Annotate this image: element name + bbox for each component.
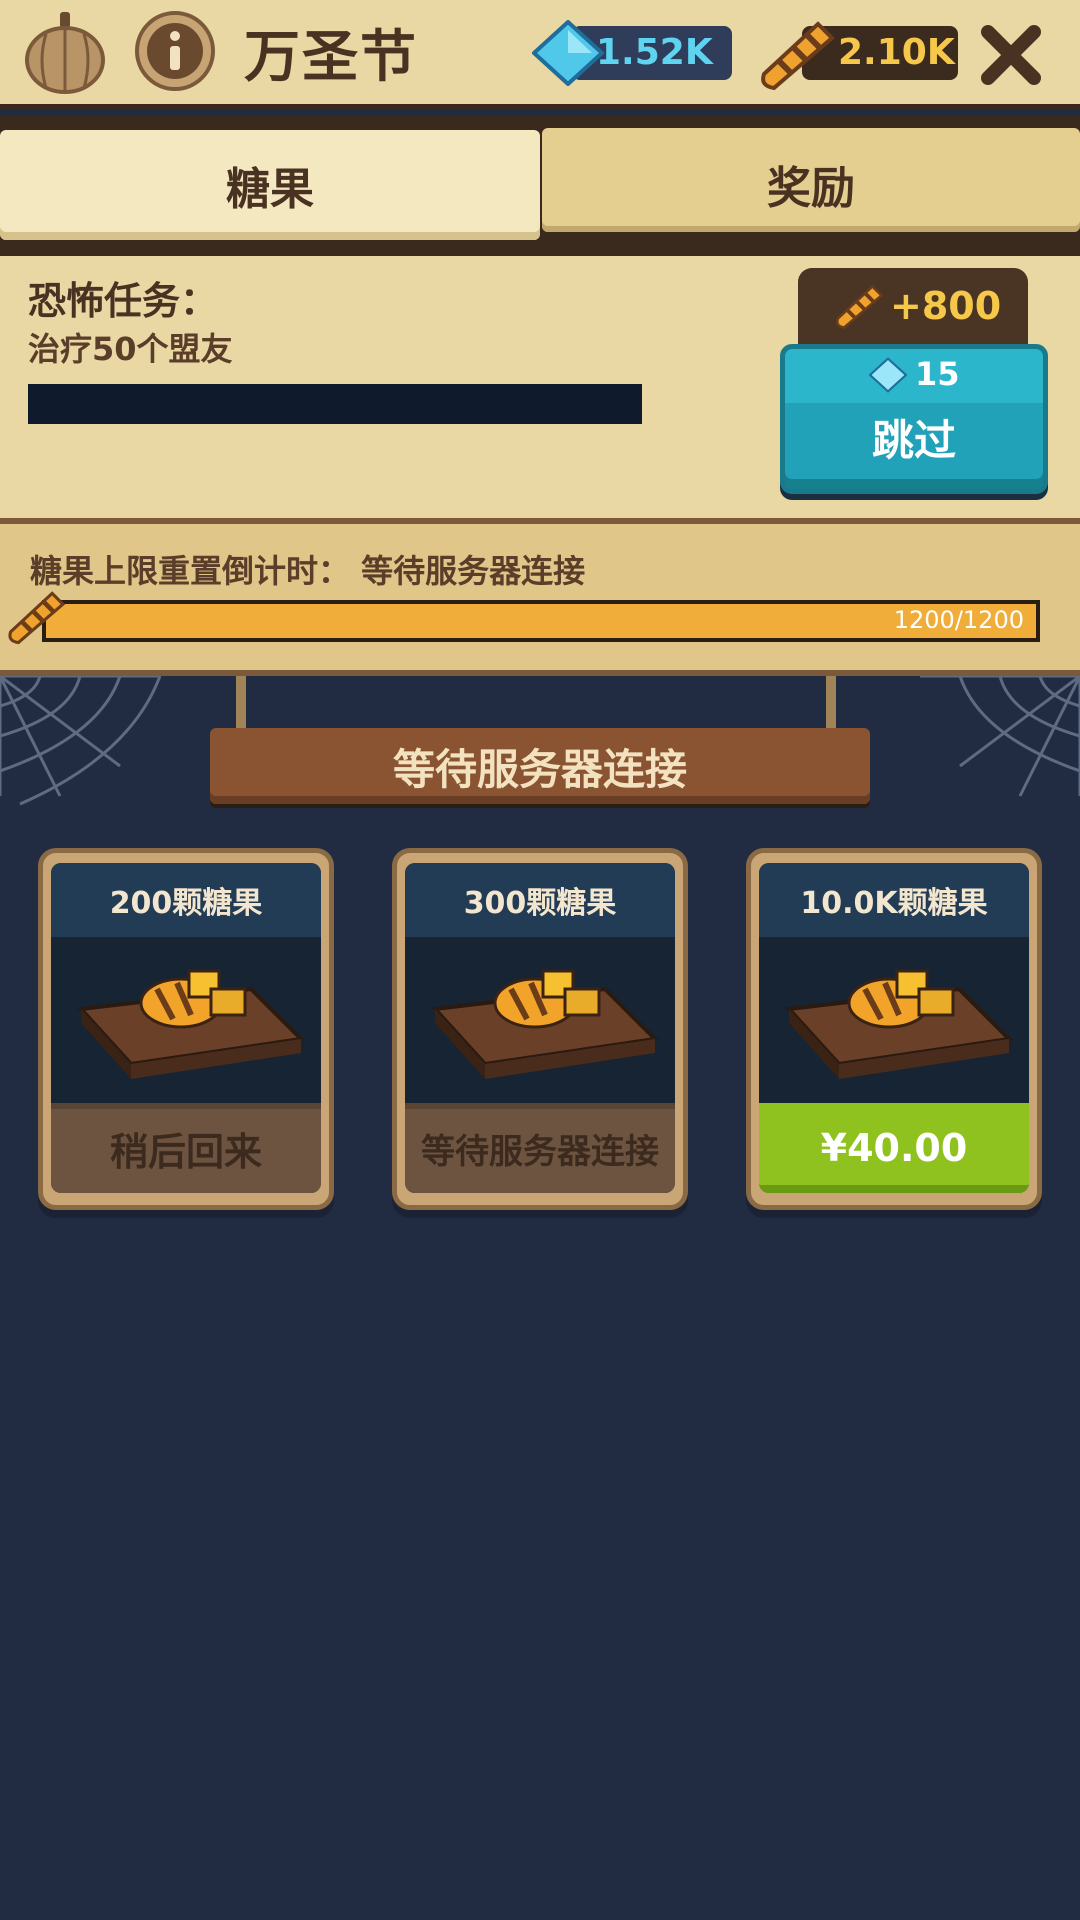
candy-corn-icon (836, 284, 884, 329)
offer-card-inner: 10.0K颗糖果 ¥40.00 (759, 863, 1029, 1193)
candy-limit-bar: 1200/1200 (42, 600, 1040, 642)
waiting-server-button[interactable]: 等待服务器连接 (405, 1103, 675, 1193)
status-sign: 等待服务器连接 (210, 728, 870, 804)
gem-icon (869, 357, 907, 393)
skip-button[interactable]: 15 跳过 (780, 344, 1048, 494)
candy-pile-icon (76, 969, 306, 1079)
candy-pile-icon (430, 969, 660, 1079)
quest-title: 恐怖任务： (28, 279, 219, 323)
offer-card-1[interactable]: 200颗糖果 稍后回来 (38, 848, 334, 1210)
candy-pile-icon (784, 969, 1014, 1079)
pumpkin-icon[interactable] (20, 8, 110, 98)
offer-card-inner: 200颗糖果 稍后回来 (51, 863, 321, 1193)
quest-reward-amount: +800 (890, 284, 1002, 328)
candy-limit-fill (46, 604, 1036, 638)
tab-candy[interactable]: 糖果 (0, 130, 540, 240)
gem-amount: 1.52K (596, 32, 713, 73)
candy-amount: 2.10K (838, 32, 955, 73)
offer-title: 10.0K颗糖果 (759, 863, 1029, 937)
candy-corn-icon (8, 591, 66, 645)
quest-reward: +800 (798, 268, 1028, 348)
quest-progress-bar (28, 384, 642, 424)
gem-counter[interactable]: 1.52K (532, 20, 732, 86)
tab-bar: 糖果 奖励 (0, 116, 1080, 256)
cobweb-left-icon (0, 676, 162, 806)
top-bar: 万圣节 1.52K 2.10K (0, 0, 1080, 110)
tab-rewards[interactable]: 奖励 (542, 128, 1080, 232)
skip-cost: 15 (915, 355, 960, 393)
candy-limit-panel: 糖果上限重置倒计时： 等待服务器连接 1200/1200 (0, 518, 1080, 676)
candy-limit-text: 1200/1200 (893, 606, 1024, 634)
offer-card-inner: 300颗糖果 等待服务器连接 (405, 863, 675, 1193)
close-icon[interactable] (978, 22, 1044, 88)
come-back-later-button[interactable]: 稍后回来 (51, 1103, 321, 1193)
gem-icon (532, 20, 604, 86)
page-title: 万圣节 (244, 25, 418, 90)
offer-title: 200颗糖果 (51, 863, 321, 937)
quest-description: 治疗50个盟友 (28, 330, 233, 368)
buy-button[interactable]: ¥40.00 (759, 1103, 1029, 1193)
offer-card-2[interactable]: 300颗糖果 等待服务器连接 (392, 848, 688, 1210)
skip-cost-bar (785, 349, 1043, 403)
quest-panel: 恐怖任务： 治疗50个盟友 +800 15 跳过 (0, 256, 1080, 518)
skip-label: 跳过 (871, 416, 956, 465)
cobweb-right-icon (920, 676, 1080, 797)
countdown-label: 糖果上限重置倒计时： 等待服务器连接 (30, 552, 586, 590)
candy-corn-icon (761, 21, 835, 91)
offer-title: 300颗糖果 (405, 863, 675, 937)
offer-card-3[interactable]: 10.0K颗糖果 ¥40.00 (746, 848, 1042, 1210)
candy-counter[interactable]: 2.10K (758, 20, 958, 91)
halloween-event-screen: 万圣节 1.52K 2.10K 糖果 奖励 恐怖任务： 治疗50个盟友 +800… (0, 0, 1080, 1920)
info-icon[interactable] (132, 8, 218, 94)
